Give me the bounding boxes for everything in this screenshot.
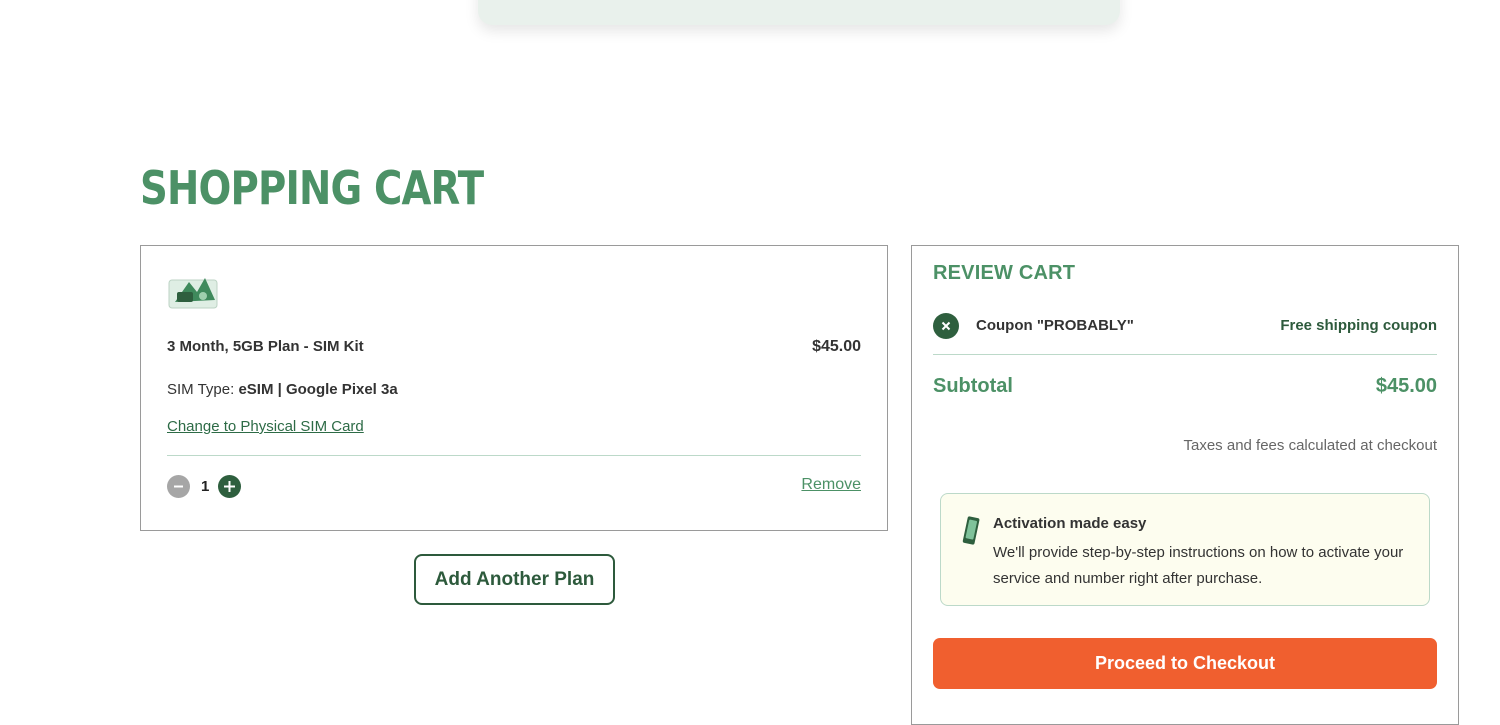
page-title: SHOPPING CART	[140, 161, 484, 215]
subtotal-label: Subtotal	[933, 375, 1013, 397]
decrease-quantity-button[interactable]	[167, 475, 190, 498]
item-divider	[167, 455, 861, 456]
review-cart-panel: REVIEW CART Coupon "PROBABLY" Free shipp…	[911, 245, 1459, 725]
tax-note: Taxes and fees calculated at checkout	[1183, 437, 1438, 454]
sim-kit-image	[168, 278, 218, 309]
coupon-label: Coupon "PROBABLY"	[976, 317, 1134, 334]
add-another-plan-button[interactable]: Add Another Plan	[414, 554, 615, 605]
sim-type: SIM Type: eSIM | Google Pixel 3a	[167, 381, 398, 398]
remove-coupon-button[interactable]	[933, 313, 959, 339]
quantity-value: 1	[201, 478, 210, 495]
subtotal-value: $45.00	[1375, 375, 1437, 397]
proceed-to-checkout-button[interactable]: Proceed to Checkout	[933, 638, 1437, 689]
increase-quantity-button[interactable]	[218, 475, 242, 498]
remove-item-link[interactable]: Remove	[801, 476, 861, 494]
quantity-stepper: 1	[167, 475, 242, 498]
top-banner	[478, 0, 1120, 25]
cart-item-card: 3 Month, 5GB Plan - SIM Kit $45.00 SIM T…	[140, 245, 888, 531]
item-name: 3 Month, 5GB Plan - SIM Kit	[167, 338, 364, 355]
coupon-description: Free shipping coupon	[1280, 317, 1437, 334]
review-divider	[933, 354, 1437, 355]
activation-body: We'll provide step-by-step instructions …	[993, 544, 1404, 587]
review-cart-title: REVIEW CART	[933, 262, 1076, 284]
plus-icon	[224, 481, 236, 492]
activation-title: Activation made easy	[993, 515, 1147, 532]
change-sim-link[interactable]: Change to Physical SIM Card	[167, 418, 364, 435]
close-icon	[941, 321, 951, 331]
minus-icon	[174, 485, 183, 488]
sim-type-value: eSIM | Google Pixel 3a	[238, 381, 398, 398]
sim-type-label: SIM Type:	[167, 381, 235, 398]
activation-info-card: Activation made easy We'll provide step-…	[940, 493, 1430, 606]
phone-icon	[962, 516, 980, 545]
item-price: $45.00	[812, 338, 861, 355]
